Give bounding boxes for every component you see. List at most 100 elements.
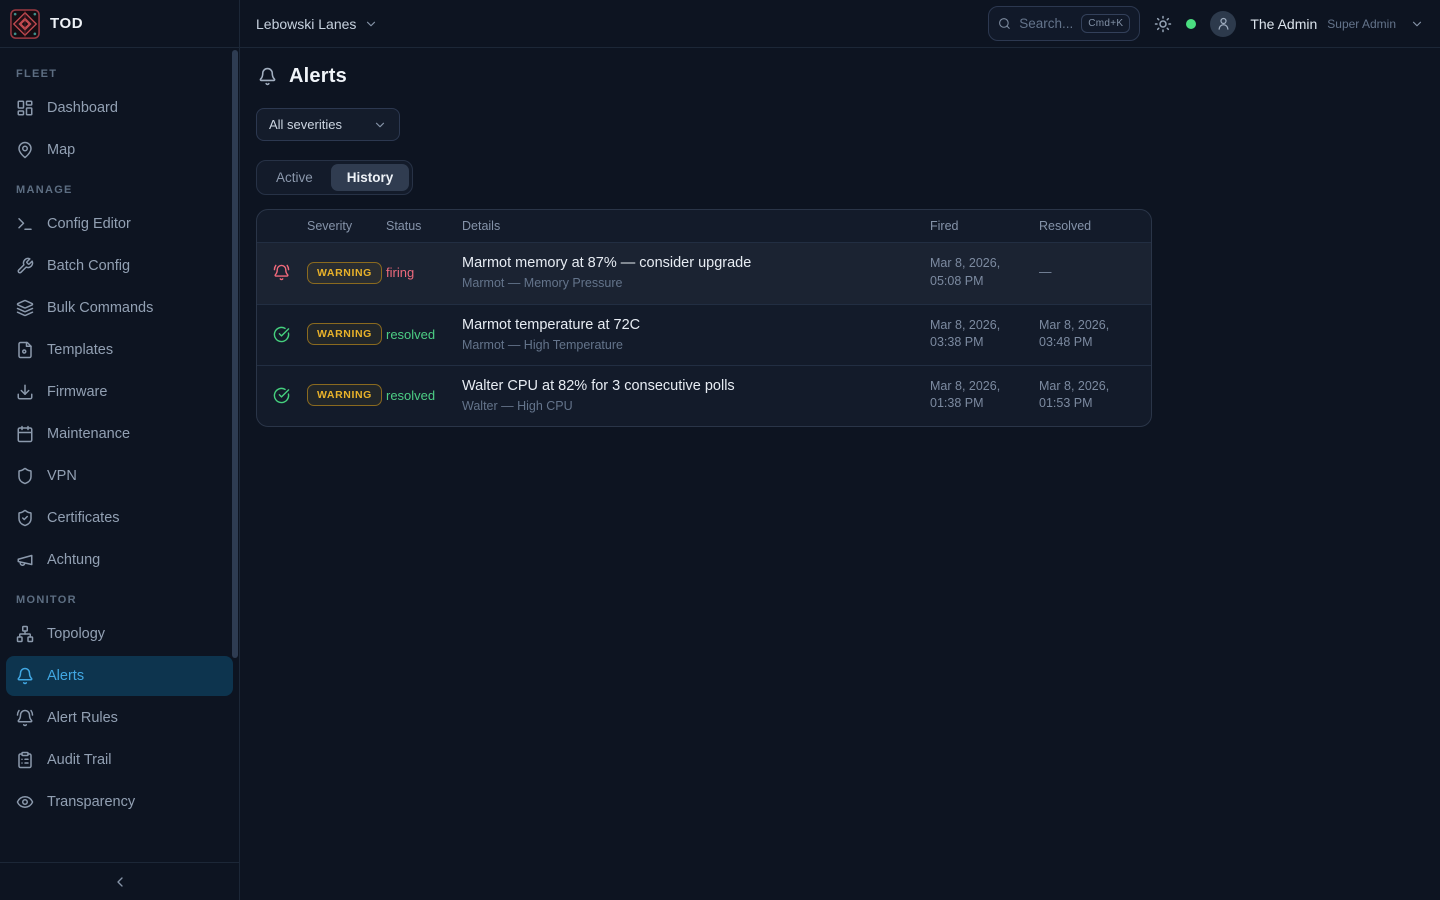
online-status-dot bbox=[1186, 19, 1196, 29]
status-text: resolved bbox=[386, 388, 462, 403]
severity-badge: WARNING bbox=[307, 262, 382, 284]
chevron-left-icon[interactable] bbox=[112, 874, 128, 890]
fired-time: Mar 8, 2026, 05:08 PM bbox=[930, 255, 1016, 290]
sidebar-item-vpn[interactable]: VPN bbox=[6, 456, 233, 496]
topbar: Lebowski Lanes Search... Cmd+K The Admin… bbox=[240, 0, 1440, 48]
sidebar-item-label: Firmware bbox=[47, 384, 107, 400]
tab-active[interactable]: Active bbox=[260, 164, 329, 191]
chevron-down-icon bbox=[364, 17, 378, 31]
resolved-time: Mar 8, 2026, 01:53 PM bbox=[1039, 378, 1125, 413]
status-text: resolved bbox=[386, 327, 462, 342]
alerts-table: Severity Status Details Fired Resolved W… bbox=[256, 209, 1152, 427]
sidebar-item-label: Topology bbox=[47, 626, 105, 642]
resolved-time: — bbox=[1039, 264, 1125, 282]
alerts-table-header: Severity Status Details Fired Resolved bbox=[257, 210, 1151, 243]
wrench-icon bbox=[16, 257, 34, 275]
app-name: TOD bbox=[50, 15, 83, 32]
severity-filter-value: All severities bbox=[269, 117, 342, 132]
alert-details: Walter CPU at 82% for 3 consecutive poll… bbox=[462, 378, 930, 413]
severity-filter-select[interactable]: All severities bbox=[256, 108, 400, 141]
table-row[interactable]: WARNINGresolvedMarmot temperature at 72C… bbox=[257, 304, 1151, 365]
status-text: firing bbox=[386, 265, 462, 280]
search-icon bbox=[998, 16, 1011, 31]
search-input[interactable]: Search... Cmd+K bbox=[988, 6, 1140, 41]
user-icon bbox=[1216, 16, 1231, 31]
shield-check-icon bbox=[16, 509, 34, 527]
column-header-resolved: Resolved bbox=[1039, 219, 1135, 233]
sun-icon[interactable] bbox=[1154, 15, 1172, 33]
severity-badge: WARNING bbox=[307, 323, 382, 345]
clipboard-list-icon bbox=[16, 751, 34, 769]
sidebar-item-firmware[interactable]: Firmware bbox=[6, 372, 233, 412]
alert-subtitle: Marmot — High Temperature bbox=[462, 338, 930, 352]
bell-ring-icon bbox=[273, 264, 290, 281]
table-row[interactable]: WARNINGresolvedWalter CPU at 82% for 3 c… bbox=[257, 365, 1151, 426]
tab-history[interactable]: History bbox=[331, 164, 410, 191]
sidebar-scrollbar[interactable] bbox=[232, 50, 238, 658]
fired-time: Mar 8, 2026, 01:38 PM bbox=[930, 378, 1016, 413]
page-header: Alerts bbox=[258, 65, 1424, 88]
app-logo-row[interactable]: TOD bbox=[0, 0, 239, 48]
calendar-icon bbox=[16, 425, 34, 443]
nav-section-label-fleet: FLEET bbox=[0, 56, 239, 86]
sidebar-nav: FLEETDashboardMapMANAGE Config Editor Batc… bbox=[0, 48, 239, 862]
sidebar-item-templates[interactable]: Templates bbox=[6, 330, 233, 370]
tod-logo-icon bbox=[10, 9, 40, 39]
map-pin-icon bbox=[16, 141, 34, 159]
bell-icon bbox=[16, 667, 34, 685]
sidebar-item-label: Alerts bbox=[47, 668, 84, 684]
bell-ring-icon bbox=[16, 709, 34, 727]
sidebar-item-alert-rules[interactable]: Alert Rules bbox=[6, 698, 233, 738]
alerts-table-body: WARNINGfiringMarmot memory at 87% — cons… bbox=[257, 243, 1151, 426]
column-header-details: Details bbox=[462, 219, 930, 233]
sidebar-item-label: Bulk Commands bbox=[47, 300, 153, 316]
chevron-down-icon bbox=[373, 118, 387, 132]
sidebar-item-label: VPN bbox=[47, 468, 77, 484]
column-header-severity: Severity bbox=[307, 219, 386, 233]
sidebar-item-label: Templates bbox=[47, 342, 113, 358]
search-placeholder: Search... bbox=[1019, 16, 1073, 31]
user-name: The Admin bbox=[1250, 16, 1317, 32]
sidebar-item-map[interactable]: Map bbox=[6, 130, 233, 170]
fired-time: Mar 8, 2026, 03:38 PM bbox=[930, 317, 1016, 352]
main-content: Alerts All severities ActiveHistory Seve… bbox=[240, 0, 1440, 427]
sidebar-item-certificates[interactable]: Certificates bbox=[6, 498, 233, 538]
sidebar-item-audit-trail[interactable]: Audit Trail bbox=[6, 740, 233, 780]
avatar[interactable] bbox=[1210, 11, 1236, 37]
check-circle-icon bbox=[273, 326, 290, 343]
table-row[interactable]: WARNINGfiringMarmot memory at 87% — cons… bbox=[257, 243, 1151, 304]
nav-section-label-monitor: MONITOR bbox=[0, 582, 239, 612]
file-icon bbox=[16, 341, 34, 359]
shield-icon bbox=[16, 467, 34, 485]
alert-title: Walter CPU at 82% for 3 consecutive poll… bbox=[462, 378, 930, 394]
sidebar-item-label: Alert Rules bbox=[47, 710, 118, 726]
sidebar-item-bulk-commands[interactable]: Bulk Commands bbox=[6, 288, 233, 328]
dashboard-icon bbox=[16, 99, 34, 117]
page-title: Alerts bbox=[289, 65, 347, 88]
alert-subtitle: Walter — High CPU bbox=[462, 399, 930, 413]
sidebar-item-alerts[interactable]: Alerts bbox=[6, 656, 233, 696]
sidebar-collapse-bar bbox=[0, 862, 239, 900]
sidebar-item-label: Config Editor bbox=[47, 216, 131, 232]
column-header-fired: Fired bbox=[930, 219, 1039, 233]
check-circle-icon bbox=[273, 387, 290, 404]
sidebar-item-achtung[interactable]: Achtung bbox=[6, 540, 233, 580]
eye-icon bbox=[16, 793, 34, 811]
search-shortcut-badge: Cmd+K bbox=[1081, 14, 1130, 33]
sidebar-item-config-editor[interactable]: Config Editor bbox=[6, 204, 233, 244]
bell-icon bbox=[258, 67, 277, 86]
org-switcher[interactable]: Lebowski Lanes bbox=[256, 16, 378, 32]
nav-section-label-manage: MANAGE bbox=[0, 172, 239, 202]
sidebar-item-batch-config[interactable]: Batch Config bbox=[6, 246, 233, 286]
sidebar: TOD FLEETDashboardMapMANAGE Config Editor… bbox=[0, 0, 240, 900]
sidebar-item-label: Achtung bbox=[47, 552, 100, 568]
chevron-down-icon[interactable] bbox=[1410, 17, 1424, 31]
sidebar-item-topology[interactable]: Topology bbox=[6, 614, 233, 654]
layers-icon bbox=[16, 299, 34, 317]
sidebar-item-maintenance[interactable]: Maintenance bbox=[6, 414, 233, 454]
sidebar-item-label: Certificates bbox=[47, 510, 120, 526]
sidebar-item-transparency[interactable]: Transparency bbox=[6, 782, 233, 822]
org-name: Lebowski Lanes bbox=[256, 16, 356, 32]
sidebar-item-dashboard[interactable]: Dashboard bbox=[6, 88, 233, 128]
sidebar-item-label: Maintenance bbox=[47, 426, 130, 442]
